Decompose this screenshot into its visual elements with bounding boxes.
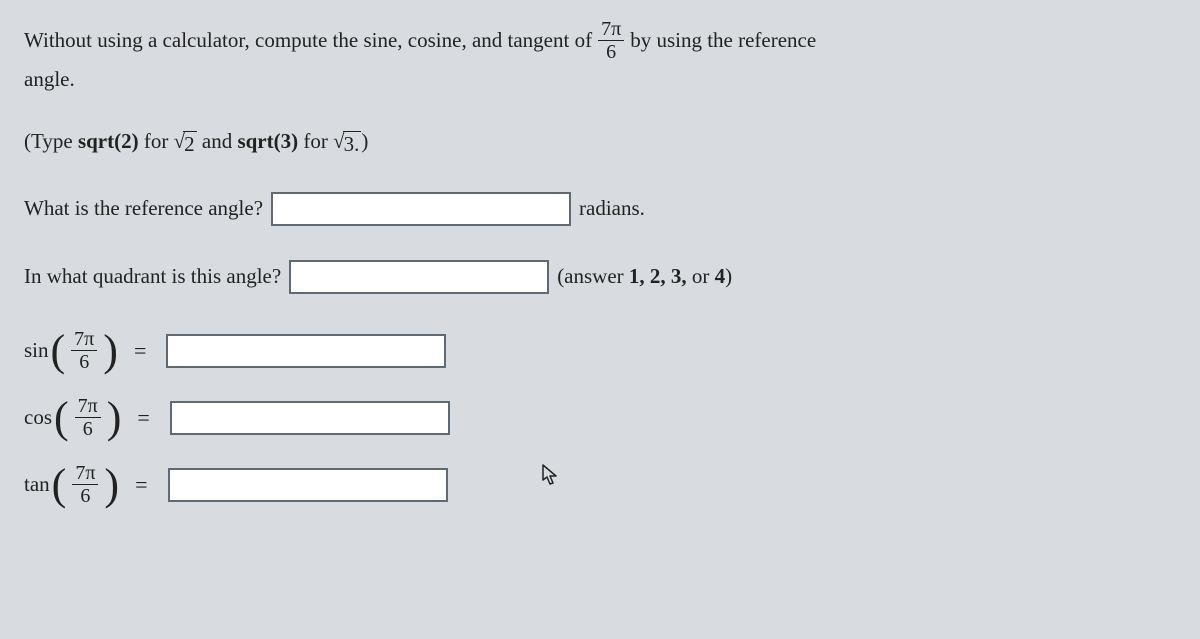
sin-input[interactable] xyxy=(166,334,446,368)
close-paren: ) xyxy=(107,398,122,438)
cos-label: cos xyxy=(24,401,52,435)
angle-den: 6 xyxy=(603,41,619,63)
cos-line: cos ( 7π 6 ) = xyxy=(24,395,1176,440)
ref-angle-unit: radians. xyxy=(579,192,645,226)
input-format-hint: (Type sqrt(2) for √2 and sqrt(3) for √3.… xyxy=(24,125,1176,159)
ref-angle-label: What is the reference angle? xyxy=(24,192,263,226)
quadrant-question: In what quadrant is this angle? (answer … xyxy=(24,260,1176,294)
quadrant-input[interactable] xyxy=(289,260,549,294)
open-paren: ( xyxy=(54,398,69,438)
tan-line: tan ( 7π 6 ) = xyxy=(24,462,1176,507)
intro-text-after: by using the reference xyxy=(630,24,816,58)
sqrt2-symbol: √2 xyxy=(174,131,197,157)
cos-arg-fraction: 7π 6 xyxy=(75,395,101,440)
intro-line2: angle. xyxy=(24,63,1176,97)
sqrt3-label: sqrt(3) xyxy=(237,129,298,153)
reference-angle-question: What is the reference angle? radians. xyxy=(24,192,1176,226)
open-paren: ( xyxy=(51,331,66,371)
quadrant-hint: (answer 1, 2, 3, or 4) xyxy=(557,260,732,294)
angle-fraction: 7π 6 xyxy=(598,18,624,63)
cos-input[interactable] xyxy=(170,401,450,435)
equals-sign: = xyxy=(135,467,147,502)
quadrant-label: In what quadrant is this angle? xyxy=(24,260,281,294)
open-paren: ( xyxy=(52,465,67,505)
tan-label: tan xyxy=(24,468,50,502)
reference-angle-input[interactable] xyxy=(271,192,571,226)
tan-arg-fraction: 7π 6 xyxy=(72,462,98,507)
angle-num: 7π xyxy=(598,18,624,41)
sin-arg-fraction: 7π 6 xyxy=(71,328,97,373)
sqrt2-label: sqrt(2) xyxy=(78,129,139,153)
sqrt3-symbol: √3. xyxy=(333,131,361,157)
problem-intro: Without using a calculator, compute the … xyxy=(24,18,1176,97)
equals-sign: = xyxy=(137,400,149,435)
problem-page: Without using a calculator, compute the … xyxy=(0,0,1200,507)
intro-text-before: Without using a calculator, compute the … xyxy=(24,24,592,58)
close-paren: ) xyxy=(103,331,118,371)
close-paren: ) xyxy=(104,465,119,505)
sin-label: sin xyxy=(24,334,49,368)
tan-input[interactable] xyxy=(168,468,448,502)
equals-sign: = xyxy=(134,333,146,368)
sin-line: sin ( 7π 6 ) = xyxy=(24,328,1176,373)
